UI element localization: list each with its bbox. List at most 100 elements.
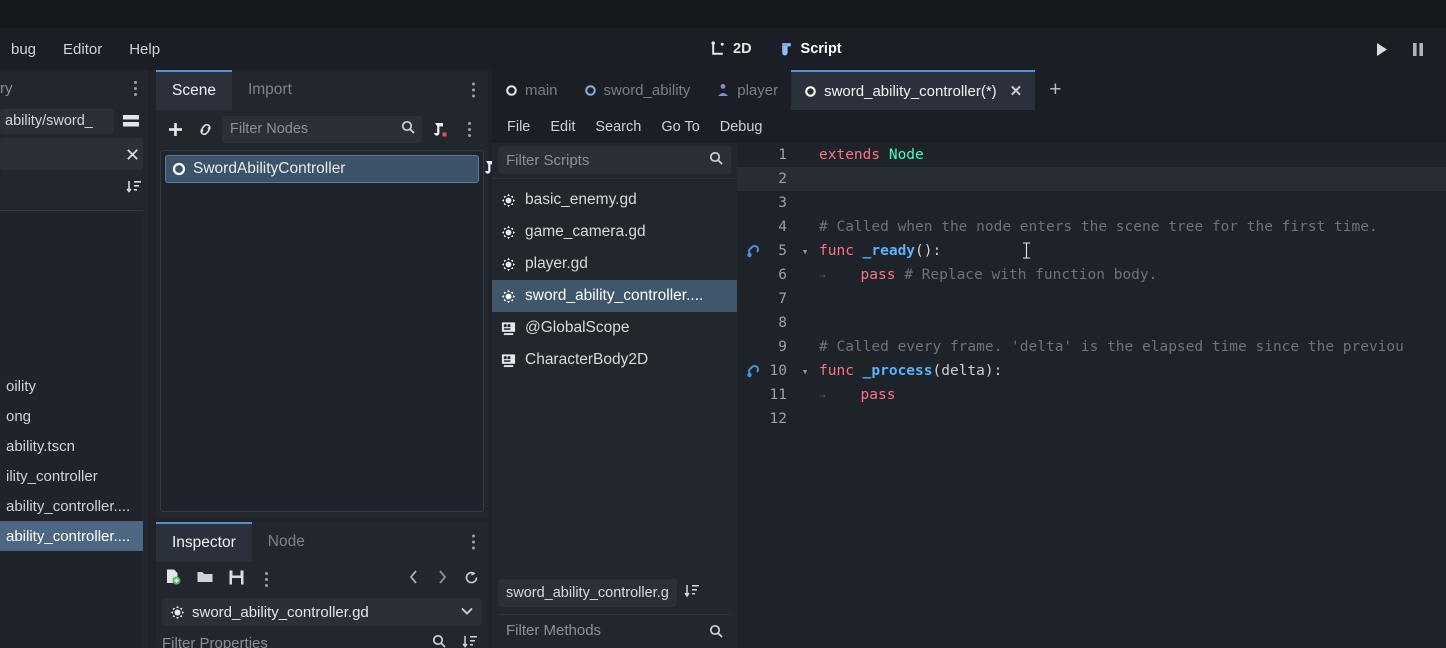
code-line[interactable]: 3 — [737, 191, 1446, 215]
code-line[interactable]: 10 ▾ func _process(delta): — [737, 359, 1446, 383]
filesystem-dock: ry ability/sword_ oility ong ability.tsc… — [0, 70, 148, 648]
inspector-object-row[interactable]: sword_ability_controller.gd — [162, 598, 503, 626]
tab-scene[interactable]: Scene — [156, 70, 232, 110]
script-list-item-label: game_camera.gd — [525, 223, 646, 240]
script-list-item[interactable]: CharacterBody2D — [492, 344, 737, 376]
code-text: extends Node — [819, 147, 924, 163]
filter-methods-input[interactable]: Filter Methods — [498, 614, 731, 642]
filesystem-file-list[interactable]: oility ong ability.tscn ility_controller… — [0, 210, 143, 648]
code-line[interactable]: 2 — [737, 167, 1446, 191]
more-options-icon[interactable] — [466, 82, 480, 98]
script-menu-file[interactable]: File — [498, 116, 539, 138]
new-resource-icon[interactable] — [164, 568, 182, 590]
connection-icon[interactable] — [745, 244, 761, 258]
script-list-panel: Filter Scripts basic_enemy.gd game_camer… — [492, 143, 737, 648]
search-icon — [709, 151, 723, 169]
close-icon[interactable]: ✕ — [1010, 82, 1023, 100]
script-list-item-selected[interactable]: sword_ability_controller.... — [492, 280, 737, 312]
mode-button-2d[interactable]: 2D — [702, 37, 760, 62]
sort-icon[interactable] — [126, 179, 142, 194]
open-folder-icon[interactable] — [196, 568, 214, 590]
script-list-item[interactable]: @GlobalScope — [492, 312, 737, 344]
code-line[interactable]: 11 → pass — [737, 383, 1446, 407]
code-line[interactable]: 4 # Called when the node enters the scene… — [737, 215, 1446, 239]
more-options-icon[interactable] — [128, 80, 142, 96]
script-menu-debug[interactable]: Debug — [711, 116, 772, 138]
script-list-item[interactable]: player.gd — [492, 248, 737, 280]
script-menu-search[interactable]: Search — [586, 116, 650, 138]
search-icon — [709, 624, 723, 642]
list-item[interactable]: ong — [0, 401, 143, 431]
code-text: func _ready(): — [819, 243, 942, 259]
mode-label-2d: 2D — [733, 41, 752, 57]
close-icon[interactable] — [126, 148, 139, 161]
filesystem-path-field[interactable]: ability/sword_ — [0, 108, 114, 134]
tab-import[interactable]: Import — [232, 70, 308, 110]
code-line[interactable]: 7 — [737, 287, 1446, 311]
script-tab-player[interactable]: player — [703, 70, 791, 110]
list-item[interactable]: ility_controller — [0, 461, 143, 491]
script-menu-edit[interactable]: Edit — [541, 116, 584, 138]
mode-button-script[interactable]: Script — [770, 37, 850, 62]
pause-button[interactable] — [1408, 39, 1428, 59]
tab-inspector[interactable]: Inspector — [156, 522, 252, 562]
list-item[interactable]: ability.tscn — [0, 431, 143, 461]
scene-dock-tabs: Scene Import — [156, 70, 488, 110]
line-number: 3 — [778, 195, 787, 211]
filter-scripts-input[interactable]: Filter Scripts — [498, 146, 731, 174]
script-tab-main[interactable]: main — [492, 70, 571, 110]
script-list-item[interactable]: game_camera.gd — [492, 216, 737, 248]
filter-nodes-input[interactable]: Filter Nodes — [222, 115, 422, 143]
object-tools-icon[interactable] — [462, 634, 478, 648]
script-list-item[interactable]: basic_enemy.gd — [492, 184, 737, 216]
code-line[interactable]: 1 extends Node — [737, 143, 1446, 167]
current-script-name[interactable]: sword_ability_controller.g — [498, 579, 677, 607]
more-options-icon[interactable] — [466, 534, 480, 550]
history-icon[interactable] — [463, 569, 480, 590]
tab-node[interactable]: Node — [252, 522, 321, 562]
list-item[interactable]: oility — [0, 371, 143, 401]
script-editor: main sword_ability player sword_ability_… — [492, 70, 1446, 648]
code-text: → pass # Replace with function body. — [819, 267, 1158, 283]
more-options-icon[interactable] — [259, 571, 273, 587]
script-tab-sword-ability[interactable]: sword_ability — [571, 70, 704, 110]
plus-icon[interactable] — [162, 116, 188, 142]
attach-script-icon[interactable] — [426, 116, 452, 142]
list-item-selected[interactable]: ability_controller.... — [0, 521, 143, 551]
code-editor[interactable]: 1 extends Node 2 3 4 # Called when the node e… — [737, 143, 1446, 648]
save-icon[interactable] — [228, 569, 245, 590]
fold-toggle-icon[interactable]: ▾ — [797, 245, 813, 258]
code-line[interactable]: 9 # Called every frame. 'delta' is the el… — [737, 335, 1446, 359]
script-menu-goto[interactable]: Go To — [652, 116, 708, 138]
code-line[interactable]: 12 — [737, 407, 1446, 431]
search-icon — [432, 634, 446, 648]
filesystem-tab-label[interactable]: ry — [0, 80, 13, 97]
link-icon[interactable] — [192, 116, 218, 142]
fold-toggle-icon[interactable]: ▾ — [797, 365, 813, 378]
split-mode-icon[interactable] — [119, 109, 143, 133]
menu-help[interactable]: Help — [118, 37, 171, 62]
script-icon — [781, 42, 791, 55]
code-line[interactable]: 6 → pass # Replace with function body. — [737, 263, 1446, 287]
script-tab-sword-ability-controller[interactable]: sword_ability_controller(*) ✕ — [791, 70, 1036, 110]
scene-tree-node-swordabilitycontroller[interactable]: SwordAbilityController — [165, 155, 494, 183]
code-lines[interactable]: 1 extends Node 2 3 4 # Called when the node e… — [737, 143, 1446, 431]
new-script-tab-button[interactable]: + — [1035, 70, 1075, 110]
filesystem-filter-field[interactable] — [0, 138, 143, 170]
menu-editor[interactable]: Editor — [52, 37, 113, 62]
list-item[interactable]: ability_controller.... — [0, 491, 143, 521]
code-line[interactable]: 8 — [737, 311, 1446, 335]
editor-top-bar: bug Editor Help 2D Script — [0, 28, 1446, 70]
play-button[interactable] — [1372, 39, 1392, 59]
filter-properties-input[interactable]: Filter Properties — [162, 630, 482, 648]
scene-tree[interactable]: SwordAbilityController — [160, 150, 494, 512]
more-options-icon[interactable] — [456, 116, 482, 142]
script-list[interactable]: basic_enemy.gd game_camera.gd player.gd … — [492, 178, 737, 579]
code-line[interactable]: 5 ▾ func _ready(): — [737, 239, 1446, 263]
connection-icon[interactable] — [745, 364, 761, 378]
menu-debug[interactable]: bug — [0, 37, 47, 62]
history-forward-icon[interactable] — [435, 569, 449, 589]
history-back-icon[interactable] — [407, 569, 421, 589]
sort-icon[interactable] — [684, 583, 701, 603]
chevron-down-icon[interactable] — [460, 604, 474, 620]
